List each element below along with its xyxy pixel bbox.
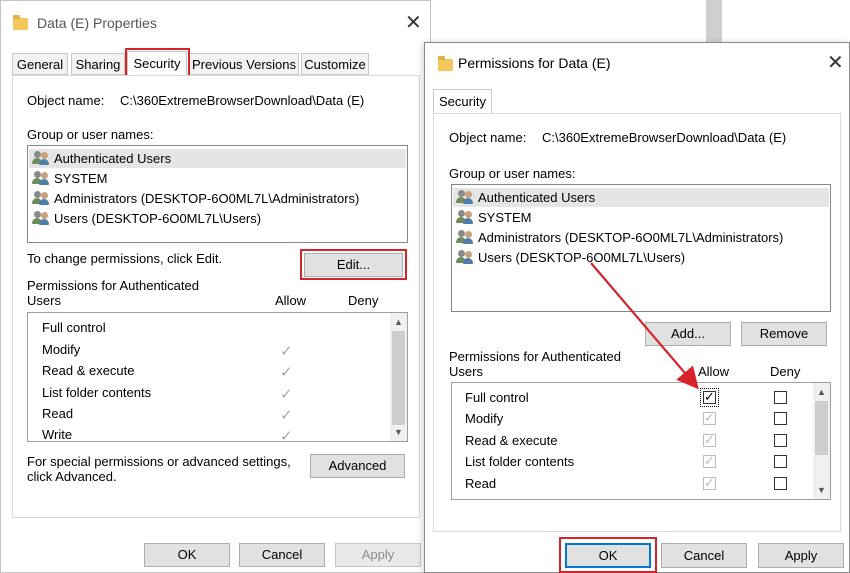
annotation-arrow: [590, 262, 699, 390]
